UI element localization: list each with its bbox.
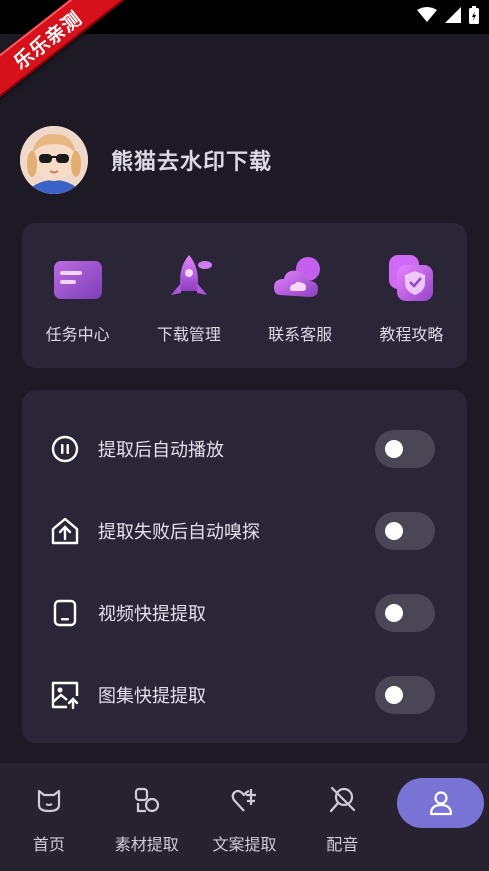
toggle-knob — [385, 440, 403, 458]
cloud-icon — [274, 257, 321, 297]
shortcut-customer-service[interactable]: 联系客服 — [245, 223, 356, 368]
nav-copy-extract[interactable]: 文案提取 — [196, 763, 294, 871]
setting-label: 视频快提提取 — [98, 604, 206, 625]
image-upload-icon — [51, 681, 79, 710]
shortcut-task-center[interactable]: 任务中心 — [22, 223, 133, 368]
settings-card: 提取后自动播放 提取失败后自动嗅探 视频快提提取 图集快提提取 — [22, 390, 467, 743]
gallery-quick-extract-toggle[interactable] — [375, 676, 435, 714]
signal-icon — [445, 7, 461, 23]
watermark-text: 乐乐亲测 — [0, 0, 125, 105]
shortcut-label: 任务中心 — [45, 325, 110, 344]
nav-label: 素材提取 — [114, 835, 179, 854]
tablet-icon — [53, 599, 77, 627]
nav-dubbing[interactable]: 配音 — [293, 763, 391, 871]
setting-label: 图集快提提取 — [98, 686, 206, 707]
shortcuts-card: 任务中心 下载管理 联系客服 教程攻略 — [22, 223, 467, 368]
shapes-icon — [134, 787, 159, 813]
heart-edit-icon — [232, 789, 257, 812]
toggle-knob — [385, 522, 403, 540]
shortcut-label: 下载管理 — [156, 325, 221, 344]
app-title: 熊猫去水印下载 — [111, 150, 273, 175]
shortcut-tutorial[interactable]: 教程攻略 — [356, 223, 467, 368]
profile-header: 熊猫去水印下载 — [20, 126, 272, 194]
folder-icon — [53, 261, 102, 299]
toggle-knob — [385, 686, 403, 704]
shield-icon — [389, 255, 434, 301]
watermark-ribbon: 乐乐亲测 — [0, 0, 130, 110]
nav-label: 配音 — [326, 835, 359, 854]
user-icon — [429, 791, 452, 816]
setting-video-quick-extract: 视频快提提取 — [22, 572, 467, 654]
rocket-icon — [170, 255, 212, 295]
nav-material-extract[interactable]: 素材提取 — [98, 763, 196, 871]
upload-arrow-icon — [51, 517, 79, 545]
setting-label: 提取后自动播放 — [98, 440, 224, 461]
auto-play-toggle[interactable] — [375, 430, 435, 468]
auto-sniff-toggle[interactable] — [375, 512, 435, 550]
microphone-off-icon — [330, 786, 356, 813]
shortcut-label: 联系客服 — [268, 325, 333, 344]
shortcut-download-manager[interactable]: 下载管理 — [133, 223, 244, 368]
pause-circle-icon — [51, 435, 79, 463]
setting-gallery-quick-extract: 图集快提提取 — [22, 654, 467, 736]
toggle-knob — [385, 604, 403, 622]
nav-label: 文案提取 — [212, 835, 277, 854]
nav-home[interactable]: 首页 — [0, 763, 98, 871]
nav-profile-active-pill[interactable] — [397, 778, 484, 828]
battery-icon — [469, 6, 479, 24]
setting-label: 提取失败后自动嗅探 — [98, 522, 260, 543]
video-quick-extract-toggle[interactable] — [375, 594, 435, 632]
setting-auto-play: 提取后自动播放 — [22, 408, 467, 490]
cat-icon — [37, 789, 60, 813]
nav-label: 首页 — [32, 835, 65, 854]
wifi-icon — [417, 7, 437, 22]
setting-auto-sniff: 提取失败后自动嗅探 — [22, 490, 467, 572]
shortcut-label: 教程攻略 — [379, 325, 444, 344]
avatar[interactable] — [20, 126, 88, 194]
